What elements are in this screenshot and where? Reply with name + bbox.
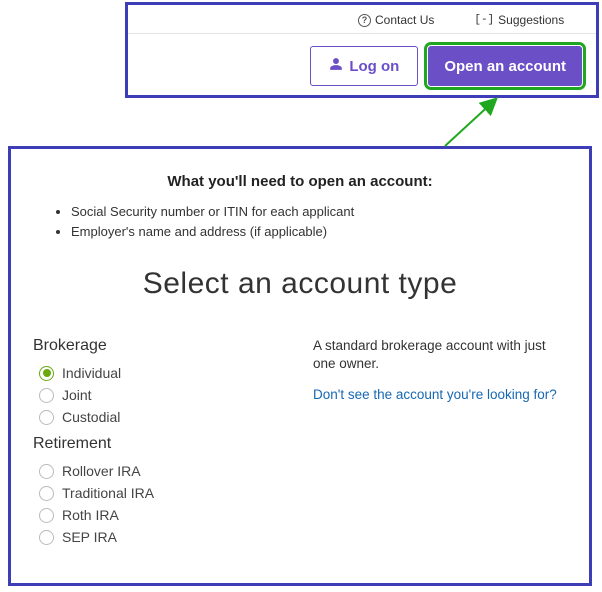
radio-rollover-ira[interactable]: Rollover IRA [39,463,283,479]
top-header-panel: ? Contact Us [-] Suggestions Log on Open… [125,2,599,98]
account-options-column: Brokerage Individual Joint Custodial Ret… [33,337,283,551]
logon-button[interactable]: Log on [310,46,418,86]
annotation-arrow [0,98,602,146]
radio-custodial[interactable]: Custodial [39,409,283,425]
radio-label: Individual [62,365,121,381]
header-button-row: Log on Open an account [128,34,596,86]
radio-label: Traditional IRA [62,485,154,501]
contact-us-label: Contact Us [375,13,434,27]
brokerage-group-title: Brokerage [33,337,283,355]
radio-icon [39,486,54,501]
select-account-title: Select an account type [33,267,567,301]
radio-icon [39,508,54,523]
account-description-column: A standard brokerage account with just o… [313,337,567,551]
suggestions-link[interactable]: [-] Suggestions [474,13,564,27]
radio-icon [39,410,54,425]
help-circle-icon: ? [358,14,371,27]
open-account-label: Open an account [444,58,566,75]
logon-label: Log on [349,58,399,75]
main-panel: What you'll need to open an account: Soc… [8,146,592,586]
requirement-item: Social Security number or ITIN for each … [71,202,567,222]
bracket-icon: [-] [474,14,494,26]
radio-individual[interactable]: Individual [39,365,283,381]
retirement-group-title: Retirement [33,435,283,453]
radio-sep-ira[interactable]: SEP IRA [39,529,283,545]
requirements-title: What you'll need to open an account: [33,173,567,190]
top-links-row: ? Contact Us [-] Suggestions [128,5,596,34]
radio-label: Joint [62,387,92,403]
open-account-button[interactable]: Open an account [428,46,582,86]
radio-icon [39,366,54,381]
radio-label: Custodial [62,409,120,425]
radio-label: Rollover IRA [62,463,141,479]
person-icon [329,57,343,75]
account-columns: Brokerage Individual Joint Custodial Ret… [33,337,567,551]
suggestions-label: Suggestions [498,13,564,27]
radio-label: Roth IRA [62,507,119,523]
requirements-list: Social Security number or ITIN for each … [33,202,567,241]
help-link[interactable]: Don't see the account you're looking for… [313,387,557,402]
radio-joint[interactable]: Joint [39,387,283,403]
account-description: A standard brokerage account with just o… [313,337,567,373]
radio-label: SEP IRA [62,529,117,545]
contact-us-link[interactable]: ? Contact Us [358,13,434,27]
radio-icon [39,464,54,479]
requirement-item: Employer's name and address (if applicab… [71,222,567,242]
radio-roth-ira[interactable]: Roth IRA [39,507,283,523]
radio-icon [39,388,54,403]
radio-icon [39,530,54,545]
radio-traditional-ira[interactable]: Traditional IRA [39,485,283,501]
